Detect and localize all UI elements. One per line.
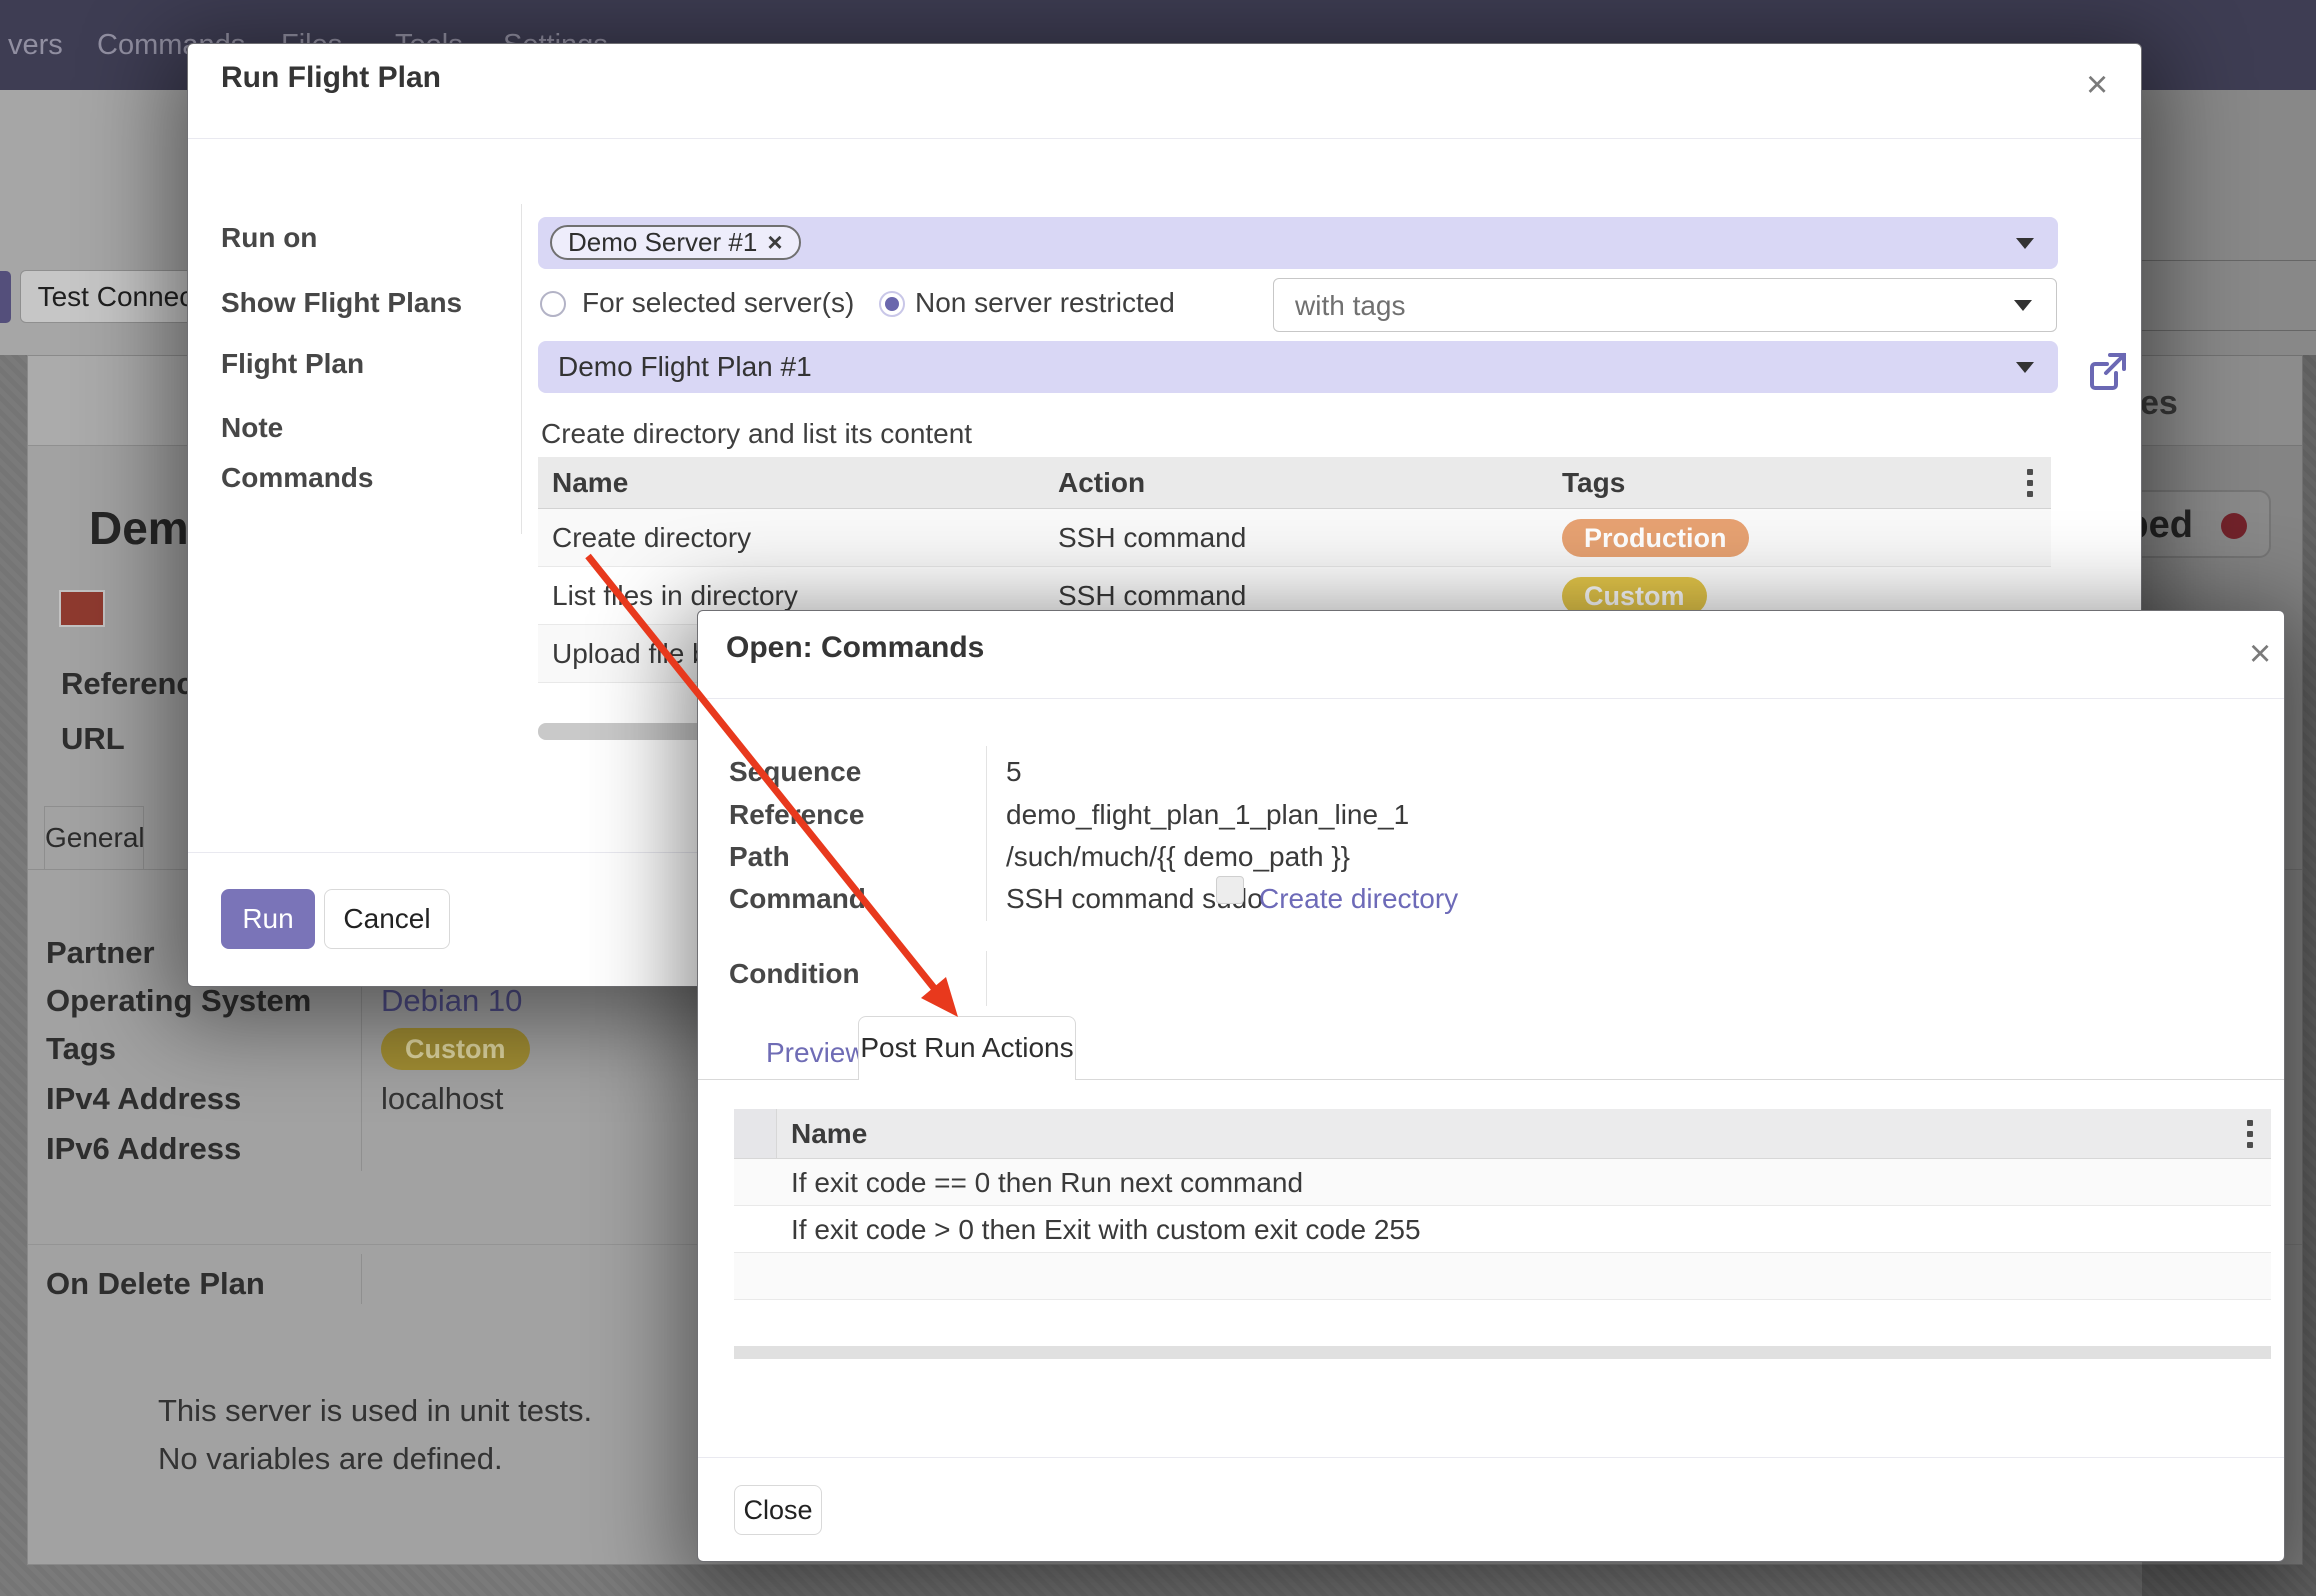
kebab-icon[interactable] [2027,469,2033,497]
label-field-separator-2 [986,951,987,1006]
cell-action: SSH command [1058,522,1246,554]
radio-non-server-restricted[interactable] [879,291,905,317]
radio-for-selected-servers[interactable] [540,291,566,317]
cell-action: SSH command [1058,580,1246,612]
partial-button[interactable] [0,271,11,323]
tag-badge-production: Production [1562,519,1749,557]
server-tag-pill: Demo Server #1 × [550,225,801,260]
form-separator-2 [361,1254,362,1304]
table-row[interactable]: If exit code > 0 then Exit with custom e… [734,1206,2271,1253]
partner-label: Partner [46,935,155,971]
commands-label: Commands [221,462,373,494]
remove-tag-icon[interactable]: × [767,227,782,257]
close-icon[interactable]: × [2086,66,2108,104]
open-commands-modal: Open: Commands × Sequence Reference Path… [697,610,2285,1562]
col-action: Action [1058,467,1145,499]
close-button[interactable]: Close [734,1485,822,1535]
footer-divider [698,1457,2284,1458]
close-icon[interactable]: × [2249,635,2271,673]
radio-non-server-restricted-label: Non server restricted [915,287,1175,319]
commands-modal-title: Open: Commands [726,631,984,665]
flight-plan-note: Create directory and list its content [541,418,972,450]
command-label: Command [729,883,866,915]
table-row-empty[interactable] [734,1253,2271,1300]
nav-item-servers[interactable]: vers [8,0,63,90]
post-run-table-header: Name [734,1109,2271,1159]
ipv6-label: IPv6 Address [46,1131,241,1167]
unit-test-note-2: No variables are defined. [158,1441,503,1477]
horizontal-scrollbar[interactable] [734,1346,2271,1359]
path-label: Path [729,841,790,873]
cell-name: If exit code > 0 then Exit with custom e… [791,1214,1421,1246]
tab-preview[interactable]: Preview [766,1037,866,1069]
run-modal-title: Run Flight Plan [221,61,441,95]
with-tags-select[interactable]: with tags [1273,278,2057,332]
tab-general[interactable]: General [44,806,144,869]
cell-name: List files in directory [552,580,798,612]
tag-badge-custom-dimmed: Custom [381,1028,530,1070]
label-field-separator [521,204,522,534]
commands-table-header: Name Action Tags [538,457,2051,509]
color-swatch[interactable] [59,590,105,627]
with-tags-value: with tags [1295,290,1406,322]
server-tag-label: Demo Server #1 [568,227,757,257]
on-delete-plan-label: On Delete Plan [46,1266,265,1302]
cell-name: If exit code == 0 then Run next command [791,1167,1303,1199]
external-link-icon[interactable] [2086,349,2130,393]
flight-plan-select[interactable]: Demo Flight Plan #1 [538,341,2058,393]
create-directory-link[interactable]: Create directory [1259,883,1458,915]
os-label: Operating System [46,983,311,1019]
reference-label: Reference [729,799,864,831]
header-divider [188,138,2141,139]
flight-plan-label: Flight Plan [221,348,364,380]
condition-label: Condition [729,958,860,990]
col-tags: Tags [1562,467,1625,499]
path-value: /such/much/{{ demo_path }} [1006,841,1350,873]
table-row[interactable]: Create directory SSH command Production [538,509,2051,567]
url-label: URL [61,721,125,757]
run-on-label: Run on [221,222,317,254]
sequence-value: 5 [1006,756,1022,788]
chevron-down-icon [2016,362,2034,373]
cell-name: Create directory [552,522,751,554]
chevron-down-icon [2014,300,2032,311]
col-name: Name [552,467,628,499]
radio-for-selected-servers-label: For selected server(s) [582,287,854,319]
run-button[interactable]: Run [221,889,315,949]
note-label: Note [221,412,283,444]
post-run-actions-table: Name If exit code == 0 then Run next com… [734,1109,2271,1300]
label-field-separator [986,746,987,921]
run-on-select[interactable]: Demo Server #1 × [538,217,2058,269]
create-directory-checkbox[interactable] [1216,876,1244,904]
tags-label: Tags [46,1031,116,1067]
table-row[interactable]: If exit code == 0 then Run next command [734,1159,2271,1206]
flight-plan-value: Demo Flight Plan #1 [558,351,812,383]
ipv4-label: IPv4 Address [46,1081,241,1117]
header-divider [698,698,2284,699]
tab-post-run-actions[interactable]: Post Run Actions [858,1016,1076,1080]
kebab-icon[interactable] [2247,1120,2253,1148]
os-value-link[interactable]: Debian 10 [381,983,522,1019]
cancel-button[interactable]: Cancel [324,889,450,949]
chevron-down-icon [2016,238,2034,249]
reference-value: demo_flight_plan_1_plan_line_1 [1006,799,1409,831]
sequence-label: Sequence [729,756,861,788]
col-name: Name [791,1118,867,1150]
screen: vers Commands Files Tools Settings Test … [0,0,2316,1596]
unit-test-note-1: This server is used in unit tests. [158,1393,592,1429]
show-flight-plans-label: Show Flight Plans [221,287,462,319]
ipv4-value: localhost [381,1081,503,1117]
select-column[interactable] [734,1109,777,1158]
